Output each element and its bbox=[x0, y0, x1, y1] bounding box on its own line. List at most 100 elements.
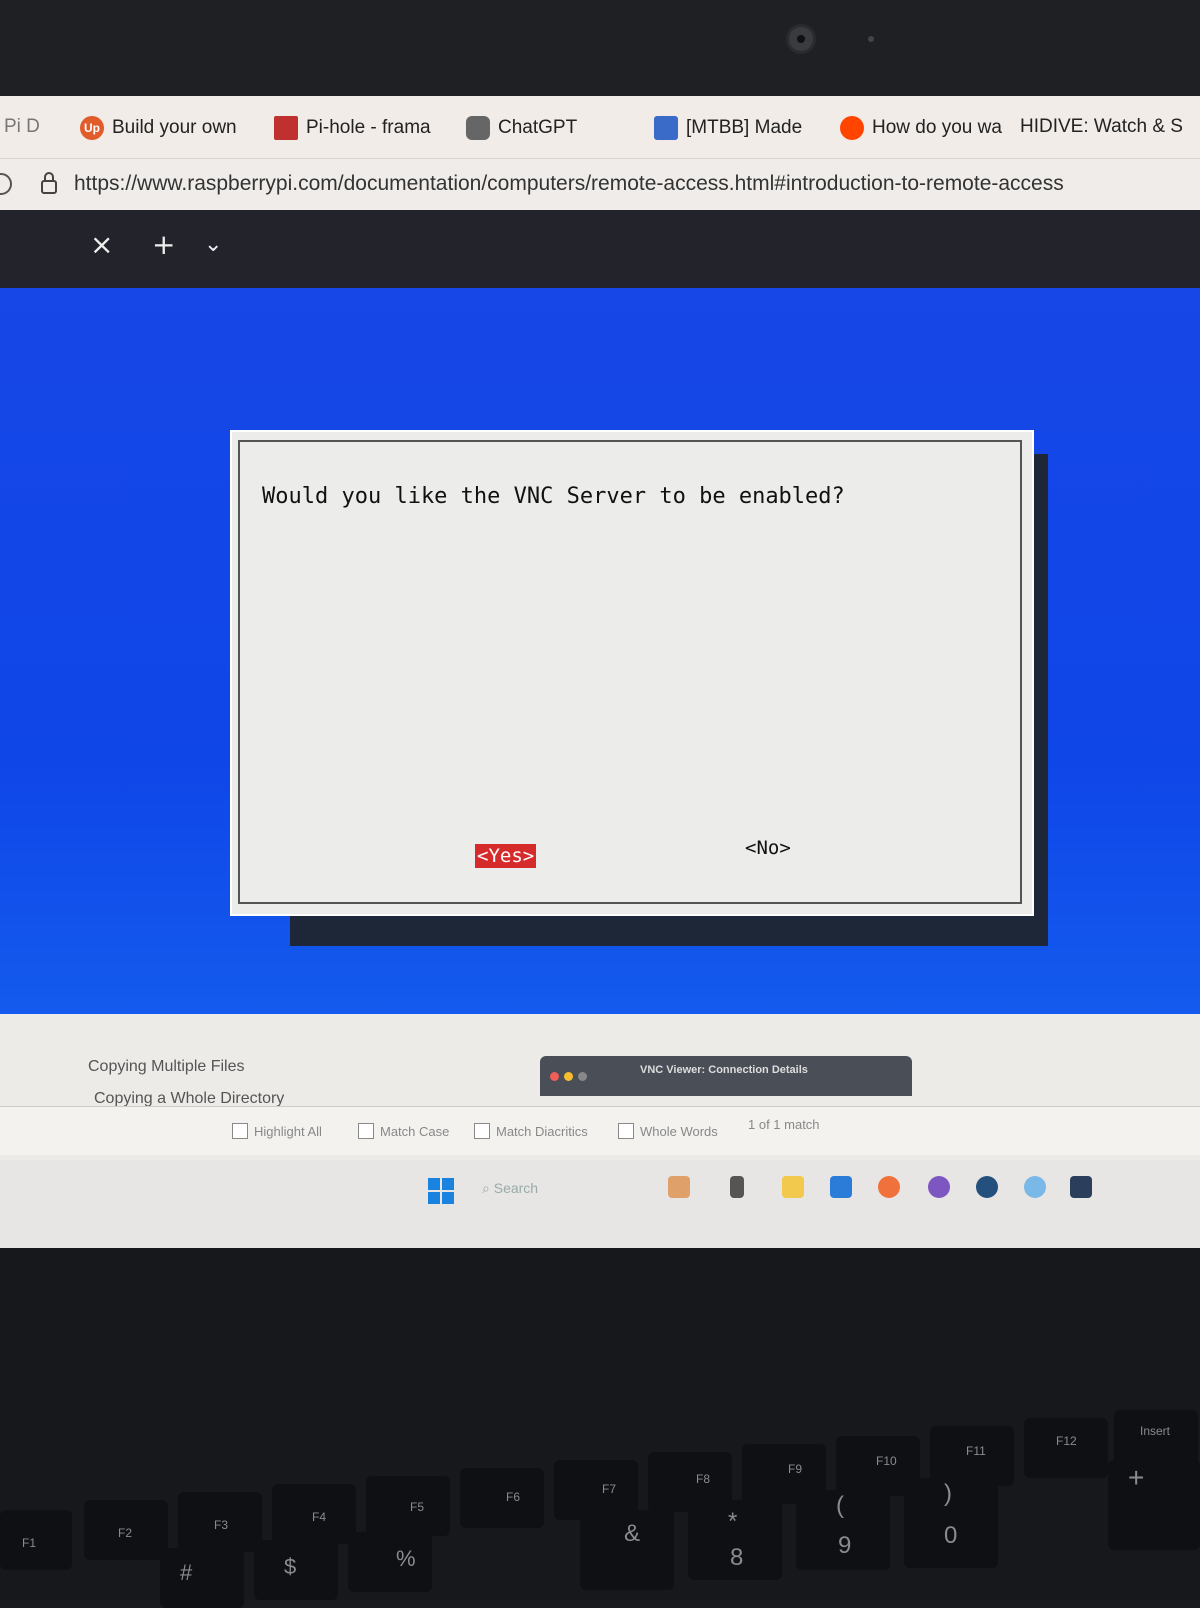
taskbar-search-label: Search bbox=[493, 1180, 539, 1196]
key-label: 8 bbox=[730, 1544, 744, 1571]
windows-taskbar: ⌕ Search bbox=[0, 1160, 1200, 1248]
raspi-config-dialog: Would you like the VNC Server to be enab… bbox=[230, 430, 1034, 916]
key-label: * bbox=[728, 1508, 738, 1535]
url-text: https://www.raspberrypi.com/documentatio… bbox=[74, 172, 1064, 195]
whole-words-checkbox[interactable]: Whole Words bbox=[618, 1123, 718, 1139]
bookmark-item[interactable]: Pi-hole - frama bbox=[274, 116, 431, 140]
maximize-window-icon[interactable] bbox=[578, 1072, 587, 1081]
dialog-frame: Would you like the VNC Server to be enab… bbox=[238, 440, 1022, 904]
close-window-icon[interactable] bbox=[550, 1072, 559, 1081]
key-label: ( bbox=[836, 1492, 844, 1519]
key-label: F9 bbox=[788, 1462, 803, 1476]
whole-words-label: Whole Words bbox=[640, 1123, 718, 1139]
bookmark-item[interactable]: Up Build your own bbox=[80, 116, 237, 140]
bookmark-label: Build your own bbox=[112, 117, 237, 138]
documentation-pane: Copying Multiple Files Copying a Whole D… bbox=[0, 1014, 1200, 1248]
key-3[interactable]: # bbox=[160, 1548, 244, 1608]
bookmark-label: Pi D bbox=[4, 116, 40, 137]
laptop-screen: Pi D Up Build your own Pi-hole - frama C… bbox=[0, 96, 1200, 1248]
new-tab-button[interactable]: + bbox=[152, 228, 175, 261]
key-label: F1 bbox=[22, 1536, 37, 1550]
key-f3[interactable]: F3 bbox=[178, 1492, 262, 1552]
tab-dropdown-button[interactable]: ⌄ bbox=[204, 232, 222, 257]
vnc-viewer-window[interactable]: VNC Viewer: Connection Details bbox=[540, 1056, 912, 1096]
bookmark-item[interactable]: How do you wa bbox=[840, 116, 1002, 140]
match-diacritics-label: Match Diacritics bbox=[496, 1123, 588, 1139]
key-label: F12 bbox=[1056, 1434, 1077, 1448]
address-bar[interactable]: https://www.raspberrypi.com/documentatio… bbox=[0, 158, 1200, 211]
taskbar-search[interactable]: ⌕ Search bbox=[482, 1180, 538, 1197]
key-label: F7 bbox=[602, 1482, 617, 1496]
key-4[interactable]: $ bbox=[254, 1540, 338, 1600]
yes-button[interactable]: <Yes> bbox=[475, 844, 537, 868]
key-f4[interactable]: F4 bbox=[272, 1484, 356, 1544]
bookmarks-bar: Pi D Up Build your own Pi-hole - frama C… bbox=[0, 96, 1200, 158]
bookmark-item[interactable]: [MTBB] Made bbox=[654, 116, 802, 140]
webcam bbox=[786, 24, 816, 54]
doc-link[interactable]: Copying Multiple Files bbox=[88, 1058, 245, 1076]
key-label: F10 bbox=[876, 1454, 897, 1468]
bookmark-item[interactable]: Pi D bbox=[4, 116, 40, 138]
terminal-tab-bar: × + ⌄ bbox=[0, 210, 1200, 288]
key-label: % bbox=[396, 1546, 416, 1571]
app-icon[interactable] bbox=[668, 1176, 690, 1198]
key-label: & bbox=[624, 1520, 641, 1547]
key-label: Insert bbox=[1140, 1424, 1171, 1438]
minimize-window-icon[interactable] bbox=[564, 1072, 573, 1081]
key-f5[interactable]: F5 bbox=[366, 1476, 450, 1536]
file-explorer-icon[interactable] bbox=[782, 1176, 804, 1198]
key-label: F6 bbox=[506, 1490, 521, 1504]
reddit-icon bbox=[840, 116, 864, 140]
key-8[interactable]: * 8 bbox=[688, 1500, 782, 1580]
key-label: ) bbox=[944, 1480, 952, 1507]
highlight-all-checkbox[interactable]: Highlight All bbox=[232, 1123, 322, 1139]
key-label: + bbox=[1128, 1462, 1145, 1493]
edge-icon[interactable] bbox=[1024, 1176, 1046, 1198]
key-label: 0 bbox=[944, 1522, 958, 1549]
windows-start-icon[interactable] bbox=[428, 1178, 454, 1204]
bookmark-label: ChatGPT bbox=[498, 117, 578, 138]
dialog-message: Would you like the VNC Server to be enab… bbox=[262, 484, 845, 509]
key-9[interactable]: (9 bbox=[796, 1490, 890, 1570]
key-label: 9 bbox=[838, 1532, 852, 1559]
key-label: $ bbox=[284, 1554, 297, 1579]
close-tab-button[interactable]: × bbox=[90, 228, 113, 261]
terminal-icon[interactable] bbox=[1070, 1176, 1092, 1198]
reload-icon[interactable] bbox=[0, 173, 12, 195]
find-result: 1 of 1 match bbox=[748, 1117, 820, 1132]
match-case-checkbox[interactable]: Match Case bbox=[358, 1123, 449, 1139]
pihole-icon bbox=[274, 116, 298, 140]
bookmark-item[interactable]: ChatGPT bbox=[466, 116, 577, 140]
vscode-icon[interactable] bbox=[830, 1176, 852, 1198]
lock-icon bbox=[41, 172, 57, 194]
vnc-window-title: VNC Viewer: Connection Details bbox=[640, 1064, 808, 1076]
bookmark-label: Pi-hole - frama bbox=[306, 117, 431, 138]
key-7[interactable]: & bbox=[580, 1510, 674, 1590]
key-f11[interactable]: F11 bbox=[930, 1426, 1014, 1486]
app-icon[interactable] bbox=[928, 1176, 950, 1198]
key-0[interactable]: ) 0 bbox=[904, 1478, 998, 1568]
match-diacritics-checkbox[interactable]: Match Diacritics bbox=[474, 1123, 588, 1139]
highlight-all-label: Highlight All bbox=[254, 1123, 322, 1139]
key-label: F4 bbox=[312, 1510, 327, 1524]
key-label: # bbox=[180, 1560, 193, 1585]
key-label: F5 bbox=[410, 1500, 425, 1514]
key-5[interactable]: % bbox=[348, 1532, 432, 1592]
key-f2[interactable]: F2 bbox=[84, 1500, 168, 1560]
key-f1[interactable]: F1 bbox=[0, 1510, 72, 1570]
terminal-app-icon[interactable] bbox=[730, 1176, 744, 1198]
key-label: F8 bbox=[696, 1472, 711, 1486]
bookmark-label: [MTBB] Made bbox=[686, 117, 803, 138]
chatgpt-icon bbox=[466, 116, 490, 140]
key-f6[interactable]: F6 bbox=[460, 1468, 544, 1528]
key-f12[interactable]: F12 bbox=[1024, 1418, 1108, 1478]
firefox-icon[interactable] bbox=[878, 1176, 900, 1198]
key-equals[interactable]: + bbox=[1108, 1460, 1200, 1550]
no-button[interactable]: <No> bbox=[745, 837, 791, 859]
upwork-icon: Up bbox=[80, 116, 104, 140]
laptop-keyboard: F1 F2 F3 F4 F5 F6 F7 F8 F9 F10 F11 F12 I… bbox=[0, 1248, 1200, 1608]
bookmark-item[interactable]: HIDIVE: Watch & S bbox=[1020, 116, 1183, 138]
app-icon[interactable] bbox=[976, 1176, 998, 1198]
bookmark-label: HIDIVE: Watch & S bbox=[1020, 116, 1183, 137]
key-label: F2 bbox=[118, 1526, 133, 1540]
